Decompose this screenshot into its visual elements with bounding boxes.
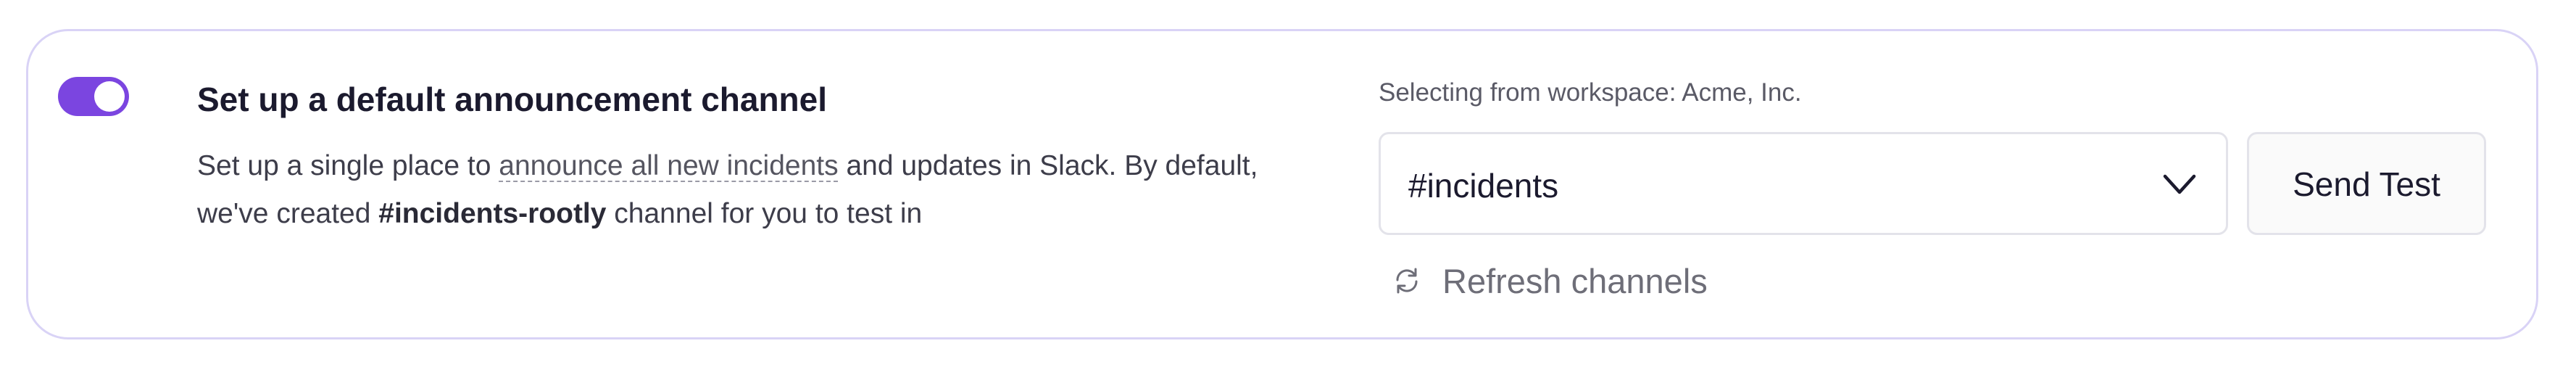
- channel-select[interactable]: #incidents: [1379, 132, 2228, 235]
- announce-incidents-link[interactable]: announce all new incidents: [499, 150, 838, 181]
- refresh-icon: [1396, 268, 1418, 294]
- workspace-label: Selecting from workspace: Acme, Inc.: [1379, 78, 1802, 107]
- section-description: Set up a single place to announce all ne…: [197, 142, 1328, 238]
- refresh-channels-label: Refresh channels: [1442, 261, 1708, 300]
- description-text: Set up a single place to: [197, 150, 499, 181]
- default-channel-name: #incidents-rootly: [378, 198, 607, 229]
- toggle-knob: [94, 81, 125, 112]
- announcement-toggle[interactable]: [58, 77, 129, 116]
- section-title: Set up a default announcement channel: [197, 81, 828, 118]
- channel-select-value: #incidents: [1408, 167, 1559, 205]
- chevron-down-icon: [2163, 174, 2196, 194]
- send-test-button[interactable]: Send Test: [2247, 132, 2486, 235]
- description-text: channel for you to test in: [606, 198, 923, 229]
- refresh-channels-button[interactable]: Refresh channels: [1392, 255, 1708, 306]
